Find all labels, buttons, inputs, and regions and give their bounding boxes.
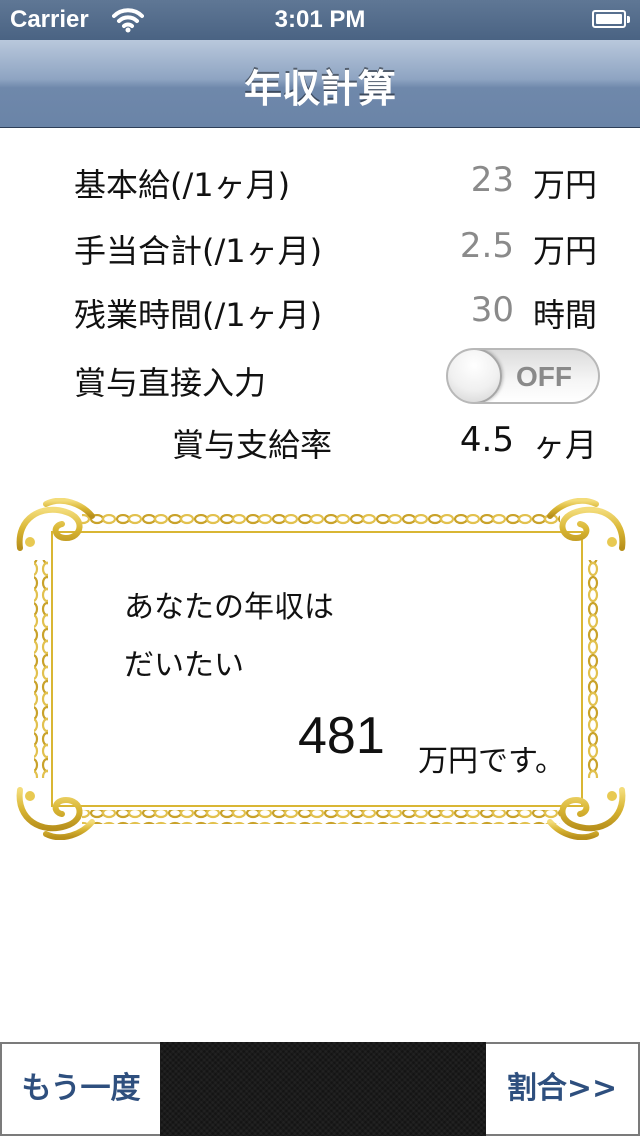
allowance-label: 手当合計(/1ヶ月) xyxy=(74,232,323,270)
overtime-unit: 時間 xyxy=(533,296,598,334)
allowance-row: 手当合計(/1ヶ月) 2.5 万円 xyxy=(0,218,640,278)
bonus-direct-label: 賞与直接入力 xyxy=(74,364,267,402)
status-bar: Carrier 3:01 PM xyxy=(0,0,640,40)
overtime-input[interactable]: 30 xyxy=(471,290,514,330)
toggle-knob xyxy=(448,350,502,402)
bonus-rate-label: 賞与支給率 xyxy=(172,426,333,464)
allowance-unit: 万円 xyxy=(533,232,598,270)
result-intro-text: あなたの年収は xyxy=(124,590,334,625)
status-time: 3:01 PM xyxy=(274,6,366,33)
ornamental-frame-icon xyxy=(16,498,626,840)
base-salary-label: 基本給(/1ヶ月) xyxy=(74,166,291,204)
base-salary-row: 基本給(/1ヶ月) 23 万円 xyxy=(0,152,640,212)
annual-income-value: 481 xyxy=(298,707,385,765)
annual-income-unit: 万円です。 xyxy=(418,744,565,779)
allowance-input[interactable]: 2.5 xyxy=(460,226,514,266)
result-approx-text: だいたい xyxy=(124,648,244,683)
ratio-button[interactable]: 割合>> xyxy=(486,1042,640,1136)
base-salary-input[interactable]: 23 xyxy=(471,160,514,200)
page-title: 年収計算 xyxy=(243,67,396,111)
overtime-row: 残業時間(/1ヶ月) 30 時間 xyxy=(0,282,640,342)
retry-button[interactable]: もう一度 xyxy=(0,1042,160,1136)
bonus-rate-unit: ヶ月 xyxy=(533,426,598,464)
navigation-bar: 年収計算 xyxy=(0,40,640,128)
ad-banner-area xyxy=(160,1042,486,1136)
result-frame xyxy=(12,498,630,840)
bonus-rate-row: 賞与支給率 4.5 ヶ月 xyxy=(0,412,640,472)
bonus-direct-toggle[interactable]: OFF xyxy=(446,348,600,404)
bonus-rate-input[interactable]: 4.5 xyxy=(460,420,514,460)
base-salary-unit: 万円 xyxy=(533,166,598,204)
battery-icon xyxy=(592,10,630,28)
overtime-label: 残業時間(/1ヶ月) xyxy=(74,296,323,334)
toggle-state-label: OFF xyxy=(516,361,572,392)
bottom-toolbar: もう一度 割合>> xyxy=(0,1042,640,1136)
